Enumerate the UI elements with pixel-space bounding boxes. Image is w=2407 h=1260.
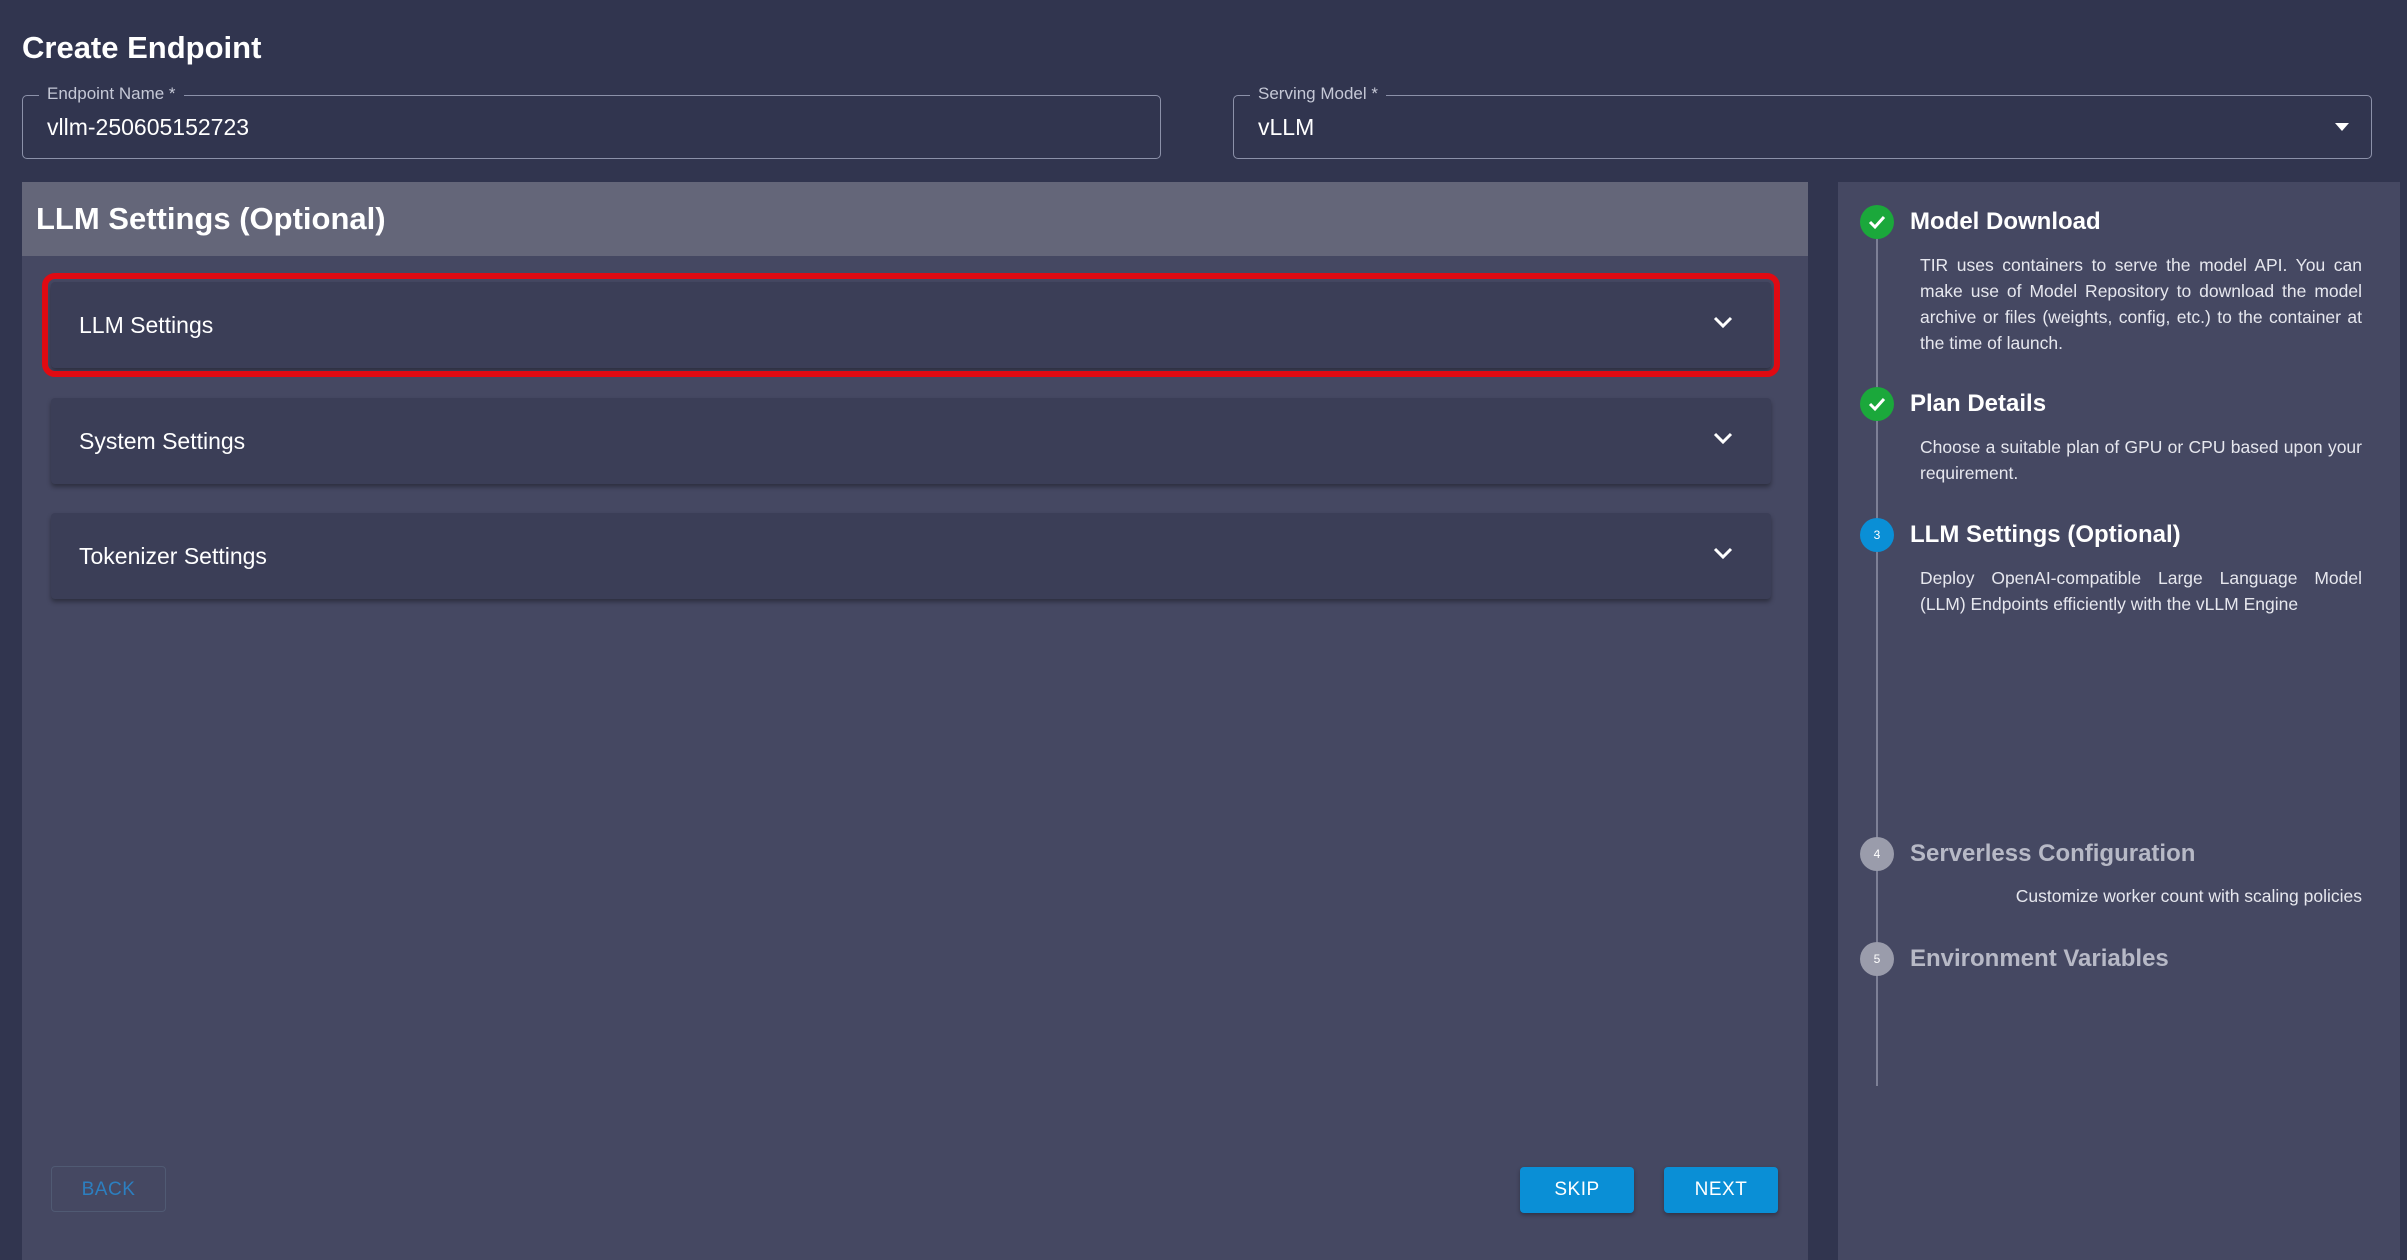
- chevron-down-icon: [1713, 316, 1733, 329]
- steps-sidebar: Model Download TIR uses containers to se…: [1838, 182, 2400, 1260]
- chevron-down-icon: [1713, 432, 1733, 445]
- serving-model-select[interactable]: Serving Model * vLLM: [1233, 82, 2372, 159]
- page-title: Create Endpoint: [22, 30, 262, 65]
- dropdown-arrow-icon[interactable]: [2335, 123, 2349, 131]
- step-title-model-download: Model Download: [1910, 208, 2101, 235]
- step-number-5: 5: [1860, 942, 1894, 976]
- step-description: Deploy OpenAI-compatible Large Language …: [1920, 568, 2362, 614]
- step-description: TIR uses containers to serve the model A…: [1920, 255, 2362, 353]
- check-icon: [1860, 387, 1894, 421]
- step-description: Customize worker count with scaling poli…: [2015, 886, 2362, 906]
- skip-button[interactable]: SKIP: [1520, 1167, 1634, 1213]
- endpoint-name-value: vllm-250605152723: [47, 114, 250, 140]
- accordion-label: Tokenizer Settings: [79, 543, 267, 569]
- next-button[interactable]: NEXT: [1664, 1167, 1778, 1213]
- llm-settings-panel: LLM Settings (Optional) LLM Settings Sys…: [22, 182, 1808, 1260]
- endpoint-name-field[interactable]: Endpoint Name * vllm-250605152723: [22, 82, 1161, 159]
- chevron-down-icon: [1713, 547, 1733, 560]
- step-title-serverless-configuration: Serverless Configuration: [1910, 840, 2196, 867]
- serving-model-value: vLLM: [1258, 114, 1315, 140]
- step-description: Choose a suitable plan of GPU or CPU bas…: [1920, 437, 2362, 483]
- accordion-system-settings[interactable]: System Settings: [51, 398, 1771, 484]
- step-title-plan-details: Plan Details: [1910, 390, 2047, 417]
- accordion-tokenizer-settings[interactable]: Tokenizer Settings: [51, 513, 1771, 599]
- panel-header: LLM Settings (Optional): [22, 182, 1808, 256]
- step-number-3: 3: [1860, 518, 1894, 552]
- back-button[interactable]: BACK: [51, 1166, 166, 1212]
- step-number-4: 4: [1860, 837, 1894, 871]
- panel-title: LLM Settings (Optional): [36, 201, 386, 236]
- accordion-label: LLM Settings: [79, 312, 214, 338]
- accordion-label: System Settings: [79, 428, 246, 454]
- check-icon: [1860, 205, 1894, 239]
- step-title-llm-settings: LLM Settings (Optional): [1910, 521, 2181, 548]
- accordion-llm-settings[interactable]: LLM Settings: [42, 273, 1780, 377]
- step-title-environment-variables: Environment Variables: [1910, 945, 2169, 972]
